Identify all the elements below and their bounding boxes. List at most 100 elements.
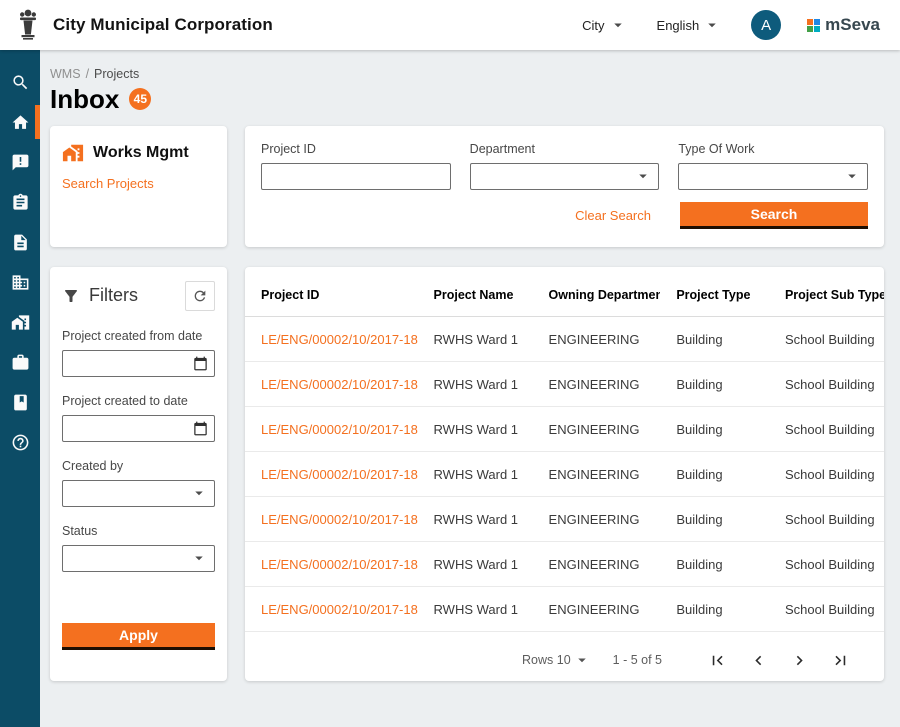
previous-page-button[interactable]	[749, 651, 768, 670]
mseva-brand-text: mSeva	[825, 15, 880, 35]
calendar-icon	[193, 356, 208, 371]
table-row: LE/ENG/00002/10/2017-18RWHS Ward 1ENGINE…	[245, 541, 884, 586]
chevron-down-icon	[843, 167, 861, 185]
breadcrumb-projects[interactable]: Projects	[94, 67, 139, 81]
sidebar-item-works-management[interactable]	[0, 302, 40, 342]
project-id-link[interactable]: LE/ENG/00002/10/2017-18	[261, 332, 418, 347]
building-icon	[11, 273, 30, 292]
language-selector[interactable]: English	[657, 16, 722, 34]
table-header-row: Project ID Project Name Owning Departmen…	[245, 267, 884, 317]
field-label: Department	[470, 142, 660, 156]
column-header-project-type: Project Type	[660, 267, 769, 317]
table-cell: LE/ENG/00002/10/2017-18	[245, 406, 418, 451]
last-page-icon	[831, 651, 850, 670]
table-cell: Building	[660, 451, 769, 496]
table-cell: LE/ENG/00002/10/2017-18	[245, 316, 418, 361]
table-cell: School Building	[769, 496, 884, 541]
clear-search-link[interactable]: Clear Search	[575, 208, 651, 223]
document-icon	[11, 233, 30, 252]
breadcrumb-separator: /	[86, 67, 89, 81]
chevron-down-icon	[573, 651, 591, 669]
search-field-department: Department	[470, 142, 660, 190]
project-id-link[interactable]: LE/ENG/00002/10/2017-18	[261, 467, 418, 482]
filters-panel: Filters Project created from date Projec…	[50, 267, 227, 681]
first-page-button[interactable]	[708, 651, 727, 670]
city-selector[interactable]: City	[582, 16, 626, 34]
project-id-link[interactable]: LE/ENG/00002/10/2017-18	[261, 557, 418, 572]
project-id-link[interactable]: LE/ENG/00002/10/2017-18	[261, 422, 418, 437]
table-cell: School Building	[769, 541, 884, 586]
rows-per-page-select[interactable]: Rows 10	[522, 651, 591, 669]
table-cell: School Building	[769, 361, 884, 406]
sidebar-item-reports[interactable]	[0, 382, 40, 422]
project-id-link[interactable]: LE/ENG/00002/10/2017-18	[261, 512, 418, 527]
chevron-down-icon	[703, 16, 721, 34]
type-of-work-select[interactable]	[678, 163, 868, 190]
table-cell: ENGINEERING	[533, 451, 661, 496]
sidebar-item-employee[interactable]	[0, 342, 40, 382]
avatar[interactable]: A	[751, 10, 781, 40]
briefcase-icon	[11, 353, 30, 372]
table-cell: School Building	[769, 451, 884, 496]
filters-title: Filters	[89, 285, 176, 306]
works-mgmt-card: Works Mgmt Search Projects	[50, 126, 227, 247]
table-cell: Building	[660, 361, 769, 406]
rows-per-page-label: Rows 10	[522, 653, 571, 667]
search-button[interactable]: Search	[680, 202, 868, 229]
table-cell: RWHS Ward 1	[418, 316, 533, 361]
table-cell: School Building	[769, 316, 884, 361]
department-select[interactable]	[470, 163, 660, 190]
sidebar-item-assignments[interactable]	[0, 182, 40, 222]
table-cell: LE/ENG/00002/10/2017-18	[245, 496, 418, 541]
search-projects-link[interactable]: Search Projects	[62, 176, 154, 191]
table-cell: Building	[660, 496, 769, 541]
page-range-label: 1 - 5 of 5	[613, 653, 662, 667]
project-created-from-date-input[interactable]	[62, 350, 215, 377]
table-cell: RWHS Ward 1	[418, 496, 533, 541]
field-label: Type Of Work	[678, 142, 868, 156]
apply-button[interactable]: Apply	[62, 623, 215, 650]
table-cell: RWHS Ward 1	[418, 361, 533, 406]
table-row: LE/ENG/00002/10/2017-18RWHS Ward 1ENGINE…	[245, 451, 884, 496]
chevron-down-icon	[634, 167, 652, 185]
created-by-select[interactable]	[62, 480, 215, 507]
table-cell: RWHS Ward 1	[418, 451, 533, 496]
field-label: Project ID	[261, 142, 451, 156]
sidebar-item-help[interactable]	[0, 422, 40, 462]
breadcrumb-wms[interactable]: WMS	[50, 67, 81, 81]
breadcrumb: WMS / Projects	[50, 67, 884, 81]
filter-field-status: Status	[62, 524, 215, 572]
page-title: Inbox	[50, 85, 119, 114]
column-header-owning-department: Owning Department	[533, 267, 661, 317]
app-header: City Municipal Corporation City English …	[0, 0, 900, 50]
column-header-project-id: Project ID	[245, 267, 418, 317]
last-page-button[interactable]	[831, 651, 850, 670]
status-select[interactable]	[62, 545, 215, 572]
announcement-icon	[11, 153, 30, 172]
mseva-icon	[807, 19, 820, 32]
national-emblem-logo	[16, 8, 40, 42]
works-mgmt-icon	[62, 142, 84, 164]
search-field-type-of-work: Type Of Work	[678, 142, 868, 190]
project-created-to-date-input[interactable]	[62, 415, 215, 442]
chevron-down-icon	[190, 549, 208, 567]
language-selector-label: English	[657, 18, 700, 33]
sidebar-item-complaints[interactable]	[0, 142, 40, 182]
table-cell: ENGINEERING	[533, 541, 661, 586]
next-page-button[interactable]	[790, 651, 809, 670]
sidebar-item-municipal-services[interactable]	[0, 262, 40, 302]
table-cell: ENGINEERING	[533, 586, 661, 631]
sidebar-item-home[interactable]	[0, 102, 40, 142]
project-id-input[interactable]	[261, 163, 451, 190]
first-page-icon	[708, 651, 727, 670]
project-id-link[interactable]: LE/ENG/00002/10/2017-18	[261, 377, 418, 392]
refresh-button[interactable]	[185, 281, 215, 311]
sidebar-item-search[interactable]	[0, 62, 40, 102]
table-cell: School Building	[769, 406, 884, 451]
sidebar-item-documents[interactable]	[0, 222, 40, 262]
filter-icon	[62, 287, 80, 305]
chevron-right-icon	[790, 651, 809, 670]
table-cell: Building	[660, 316, 769, 361]
project-id-link[interactable]: LE/ENG/00002/10/2017-18	[261, 602, 418, 617]
filter-field-from-date: Project created from date	[62, 329, 215, 377]
